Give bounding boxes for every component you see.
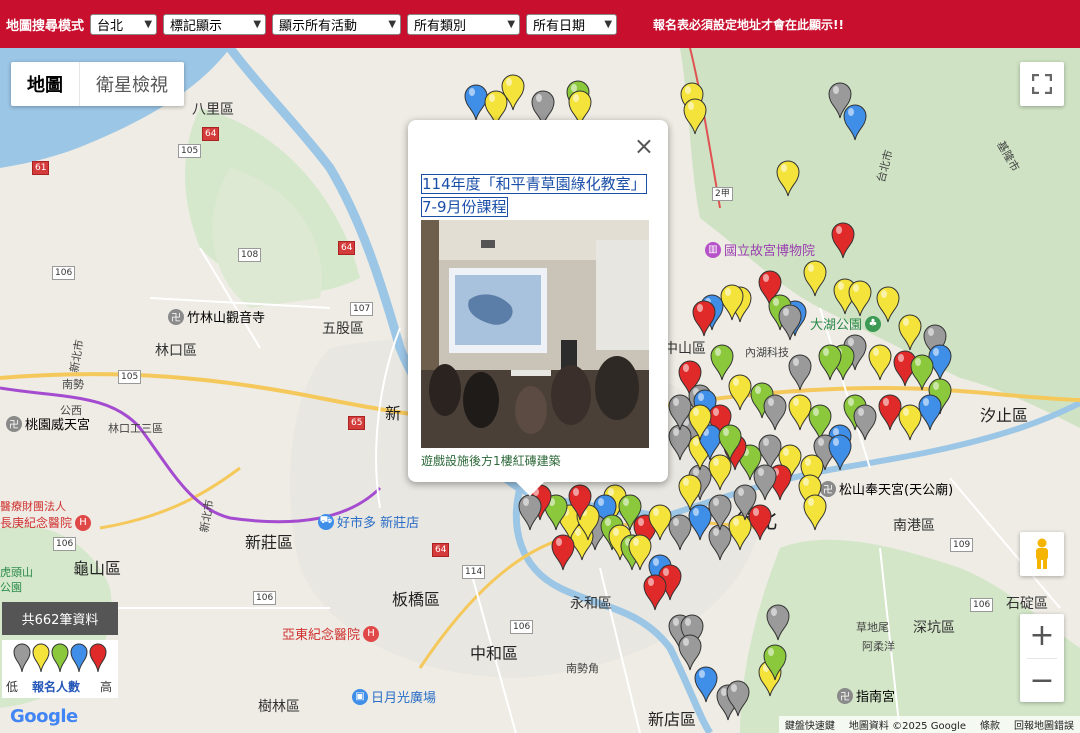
zoom-in-button[interactable]: +: [1027, 614, 1057, 659]
activity-marker-pin[interactable]: [694, 666, 718, 703]
activity-marker-pin[interactable]: [668, 514, 692, 551]
activity-marker-pin[interactable]: [728, 514, 752, 551]
activity-marker-pin[interactable]: [692, 300, 716, 337]
activity-marker-pin[interactable]: [910, 354, 934, 391]
activity-title-link[interactable]: 114年度「和平青草園綠化教室」 7-9月份課程: [421, 173, 653, 219]
address-notice: 報名表必須設定地址才會在此顯示!!: [653, 17, 844, 32]
activity-marker-pin[interactable]: [803, 494, 827, 531]
info-window: × 114年度「和平青草園綠化教室」 7-9月份課程 遊戲設施後方1樓紅磚建築: [408, 120, 668, 496]
legend-pin-2: [51, 643, 69, 673]
legend-high-label: 高: [99, 680, 112, 694]
category-select[interactable]: 所有類別 ▼: [407, 13, 521, 35]
zoom-out-button[interactable]: −: [1029, 659, 1054, 703]
date-select[interactable]: 所有日期 ▼: [526, 13, 618, 35]
activity-marker-pin[interactable]: [464, 84, 488, 121]
activity-marker-pin[interactable]: [778, 304, 802, 341]
activity-marker-pin[interactable]: [803, 260, 827, 297]
legend-title: 報名人數: [32, 680, 81, 694]
fullscreen-icon: [1032, 74, 1052, 94]
map-view-button[interactable]: 地圖: [11, 62, 80, 106]
activity-marker-pin[interactable]: [918, 394, 942, 431]
location-caption: 遊戲設施後方1樓紅磚建築: [421, 454, 561, 468]
map-attribution: 鍵盤快速鍵 地圖資料 ©2025 Google 條款 回報地圖錯誤: [778, 716, 1080, 733]
legend-pins: [13, 643, 107, 673]
activity-marker-pin[interactable]: [818, 344, 842, 381]
activity-select[interactable]: 顯示所有活動 ▼: [272, 13, 402, 35]
map-data-credit: 地圖資料 ©2025 Google: [848, 721, 966, 732]
activity-marker-pin[interactable]: [748, 504, 772, 541]
city-select[interactable]: 台北 ▼: [90, 13, 158, 35]
activity-marker-pin[interactable]: [753, 464, 777, 501]
activity-marker-pin[interactable]: [728, 374, 752, 411]
activity-marker-pin[interactable]: [688, 504, 712, 541]
search-mode-label: 地圖搜尋模式: [6, 18, 85, 34]
activity-marker-pin[interactable]: [898, 314, 922, 351]
display-mode-select[interactable]: 標記顯示 ▼: [163, 13, 267, 35]
legend-pin-0: [13, 643, 31, 673]
pegman-icon: [1036, 538, 1048, 569]
top-toolbar: 地圖搜尋模式 台北 ▼ 標記顯示 ▼ 顯示所有活動 ▼ 所有類別 ▼ 所有日期 ▼ 報名表…: [0, 0, 1080, 48]
activity-marker-pin[interactable]: [551, 534, 575, 571]
satellite-view-button[interactable]: 衛星檢視: [80, 62, 184, 106]
record-count: 共662筆資料: [2, 602, 118, 635]
legend-low-label: 低: [6, 680, 19, 694]
activity-marker-pin[interactable]: [876, 286, 900, 323]
activity-marker-pin[interactable]: [853, 404, 877, 441]
chevron-down-icon: ▼: [144, 18, 153, 30]
report-error-link[interactable]: 回報地圖錯誤: [1014, 717, 1074, 732]
activity-marker-pin[interactable]: [788, 394, 812, 431]
activity-marker-pin[interactable]: [708, 454, 732, 491]
activity-marker-pin[interactable]: [843, 104, 867, 141]
activity-marker-pin[interactable]: [668, 424, 692, 461]
activity-marker-pin[interactable]: [808, 404, 832, 441]
legend-pin-1: [32, 643, 50, 673]
map-type-control: 地圖 衛星檢視: [11, 62, 184, 106]
terms-link[interactable]: 條款: [980, 717, 1000, 732]
registration-legend: 低 報名人數 高: [2, 640, 118, 698]
close-icon[interactable]: ×: [634, 132, 654, 160]
fullscreen-button[interactable]: [1020, 62, 1064, 106]
activity-marker-pin[interactable]: [848, 280, 872, 317]
activity-marker-pin[interactable]: [788, 354, 812, 391]
activity-marker-pin[interactable]: [708, 494, 732, 531]
google-logo: Google: [10, 706, 78, 727]
activity-marker-pin[interactable]: [763, 394, 787, 431]
activity-marker-pin[interactable]: [643, 574, 667, 611]
activity-marker-pin[interactable]: [766, 604, 790, 641]
keyboard-shortcuts-link[interactable]: 鍵盤快速鍵: [785, 717, 835, 732]
activity-marker-pin[interactable]: [710, 344, 734, 381]
chevron-down-icon: ▼: [253, 18, 262, 30]
activity-marker-pin[interactable]: [678, 634, 702, 671]
legend-pin-3: [70, 643, 88, 673]
chevron-down-icon: ▼: [388, 18, 397, 30]
activity-marker-pin[interactable]: [683, 98, 707, 135]
legend-pin-4: [89, 643, 107, 673]
activity-marker-pin[interactable]: [828, 434, 852, 471]
activity-marker-pin[interactable]: [831, 222, 855, 259]
activity-marker-pin[interactable]: [898, 404, 922, 441]
chevron-down-icon: ▼: [604, 18, 613, 30]
activity-marker-pin[interactable]: [518, 494, 542, 531]
activity-marker-pin[interactable]: [878, 394, 902, 431]
activity-marker-pin[interactable]: [776, 160, 800, 197]
street-view-pegman[interactable]: [1020, 532, 1064, 576]
activity-photo: [421, 220, 649, 448]
activity-marker-pin[interactable]: [868, 344, 892, 381]
zoom-control: + −: [1020, 614, 1064, 702]
chevron-down-icon: ▼: [507, 18, 516, 30]
activity-marker-pin[interactable]: [708, 524, 732, 561]
